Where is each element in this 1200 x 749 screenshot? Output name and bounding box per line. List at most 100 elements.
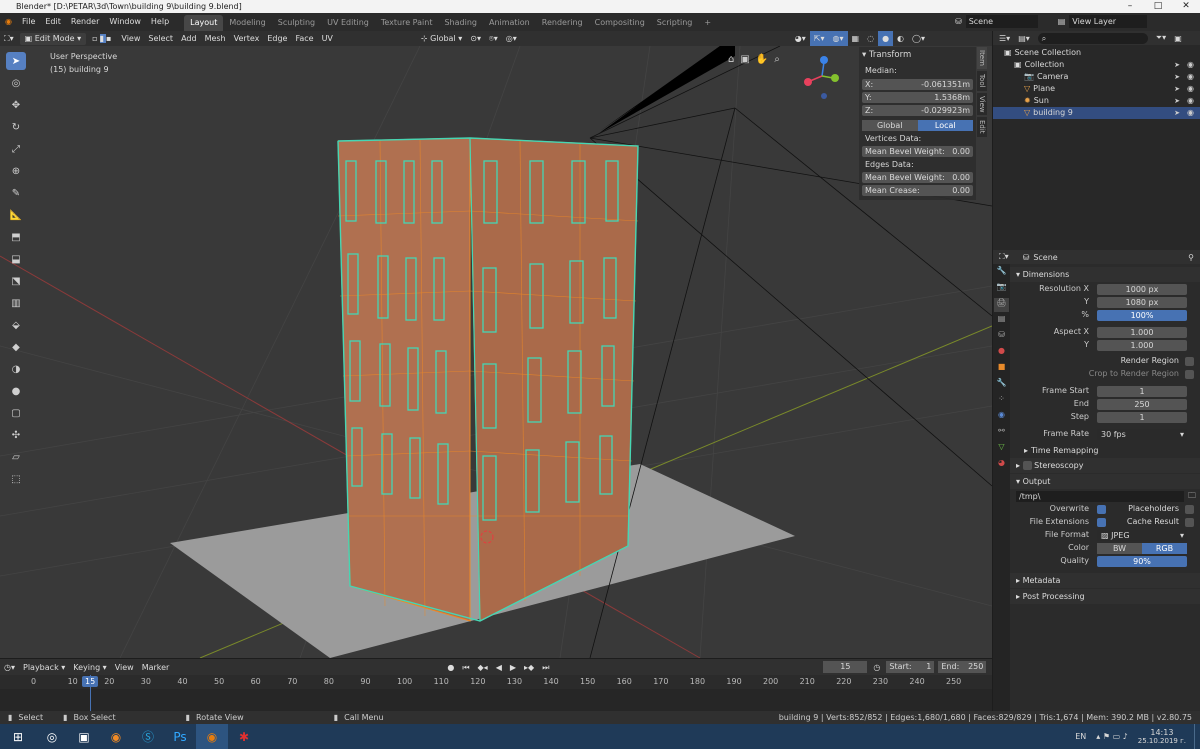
median-x-field[interactable]: X: -0.061351m [862,78,973,90]
modifier-props-icon[interactable]: 🔧 [994,378,1009,392]
visibility-eye-icon[interactable]: ◉ [1187,71,1194,83]
selectable-arrow-icon[interactable]: ➤ [1174,107,1180,119]
chrome-icon[interactable]: ◎ [36,724,68,749]
jump-end-icon[interactable]: ⏭ [538,660,553,675]
render-region-checkbox[interactable] [1185,356,1194,366]
tab-compositing[interactable]: Compositing [589,15,651,31]
menu-view[interactable]: View [117,31,144,46]
metadata-section[interactable]: ▸ Metadata [1010,573,1200,588]
pan-hand-icon[interactable]: ✋ [756,54,768,65]
visibility-eye-icon[interactable]: ◉ [1187,95,1194,107]
outliner-item[interactable]: ▽ Plane ➤ ◉ [993,83,1200,95]
select-mode-icons[interactable]: ▫▮▪ [88,31,117,46]
language-indicator[interactable]: EN [1075,732,1086,741]
dimensions-section[interactable]: ▾ Dimensions [1010,267,1200,282]
view-layer-selector[interactable]: View Layer [1069,15,1148,28]
perspective-toggle-icon[interactable]: ⌂ [728,54,734,65]
transform-tool-icon[interactable]: ⊕ [6,162,26,180]
menu-vertex[interactable]: Vertex [230,31,264,46]
next-key-icon[interactable]: ▸◆ [520,660,538,675]
frame-start-field[interactable]: 1 [1097,385,1187,397]
shading-wireframe-icon[interactable]: ◌ [863,31,878,46]
view-layer-props-icon[interactable]: ▤ [994,314,1009,328]
timeline-editor-icon[interactable]: ◷▾ [0,660,19,675]
menu-face[interactable]: Face [291,31,317,46]
snap-icon[interactable]: ⌾▾ [485,31,502,46]
prev-key-icon[interactable]: ◆◂ [474,660,492,675]
edge-slide-tool-icon[interactable]: ▢ [6,404,26,422]
inset-tool-icon[interactable]: ⬓ [6,250,26,268]
time-remapping-subpanel[interactable]: ▸ Time Remapping [1010,445,1200,457]
render-props-icon[interactable]: 📷 [994,282,1009,296]
tab-scripting[interactable]: Scripting [651,15,699,31]
menu-edge[interactable]: Edge [263,31,291,46]
menu-window[interactable]: Window [104,13,146,31]
spin-tool-icon[interactable]: ◑ [6,360,26,378]
gizmo-toggle-icon[interactable]: ⇱▾ [809,31,829,46]
maximize-button[interactable]: □ [1144,0,1172,13]
outliner-search-input[interactable]: ⌕ [1037,32,1148,44]
start-frame-field[interactable]: Start: 1 [886,661,935,673]
aspect-x-field[interactable]: 1.000 [1097,326,1187,338]
res-pct-slider[interactable]: 100% [1097,309,1187,321]
cache-result-checkbox[interactable] [1185,517,1194,527]
crease-field[interactable]: Mean Crease: 0.00 [862,184,973,196]
frame-step-field[interactable]: 1 [1097,411,1187,423]
res-x-field[interactable]: 1000 px [1097,283,1187,295]
menu-mesh[interactable]: Mesh [201,31,230,46]
tab-modeling[interactable]: Modeling [223,15,271,31]
tab-rendering[interactable]: Rendering [536,15,589,31]
outliner-display-icon[interactable]: ▤▾ [1018,34,1030,43]
rotate-tool-icon[interactable]: ↻ [6,118,26,136]
output-props-icon[interactable]: 🖨 [994,298,1009,312]
menu-render[interactable]: Render [66,13,104,31]
timeline-ruler[interactable]: 0 10 20 30 40 50 60 70 80 90 100 110 120 130 140 150 160… [0,675,992,689]
play-reverse-icon[interactable]: ◀ [492,660,506,675]
shading-solid-icon[interactable]: ● [878,31,894,46]
proportional-edit-icon[interactable]: ◎▾ [502,31,521,46]
measure-tool-icon[interactable]: 📐 [6,206,26,224]
file-format-select[interactable]: ▨ JPEG ▾ [1097,529,1187,541]
show-desktop-button[interactable] [1194,724,1200,749]
menu-uv[interactable]: UV [318,31,337,46]
tab-texture-paint[interactable]: Texture Paint [375,15,439,31]
menu-keying[interactable]: Keying ▾ [69,660,110,675]
visibility-eye-icon[interactable]: ◉ [1187,83,1194,95]
median-y-field[interactable]: Y: 1.5368m [862,91,973,103]
add-workspace-button[interactable]: + [698,15,717,31]
color-rgb-toggle[interactable]: RGB [1142,542,1187,554]
scene-selector[interactable]: Scene [965,15,1038,28]
smooth-tool-icon[interactable]: ● [6,382,26,400]
vertex-bevel-field[interactable]: Mean Bevel Weight: 0.00 [862,145,973,157]
shrink-fatten-tool-icon[interactable]: ✣ [6,426,26,444]
blender-taskbar-icon[interactable]: ◉ [196,724,228,749]
folder-icon[interactable]: 🗀 [1188,490,1196,502]
menu-edit[interactable]: Edit [40,13,66,31]
filter-icon[interactable]: ⏷▾ [1156,33,1166,43]
scene-props-tab-icon[interactable]: ⛁ [994,330,1009,344]
placeholders-checkbox[interactable] [1185,504,1194,514]
particles-props-icon[interactable]: ⁘ [994,394,1009,408]
outliner-item[interactable]: ▣ Scene Collection [993,47,1200,59]
explorer-icon[interactable]: ▣ [68,724,100,749]
physics-props-icon[interactable]: ◉ [994,410,1009,424]
shading-material-icon[interactable]: ◐ [893,31,908,46]
start-button-icon[interactable]: ⊞ [0,724,36,749]
move-tool-icon[interactable]: ✥ [6,96,26,114]
menu-file[interactable]: File [17,13,40,31]
new-collection-icon[interactable]: ▣ [1174,34,1182,43]
pin-icon[interactable]: ⚲ [1188,253,1194,262]
tab-view[interactable]: View [977,92,987,116]
local-toggle[interactable]: Local [917,119,973,131]
menu-select[interactable]: Select [144,31,177,46]
file-extensions-checkbox[interactable] [1097,517,1106,527]
orientation-selector[interactable]: ⊹ Global ▾ [417,31,466,46]
visibility-icon[interactable]: ◕▾ [791,31,810,46]
data-props-icon[interactable]: ▽ [994,442,1009,456]
loop-cut-tool-icon[interactable]: ▥ [6,294,26,312]
end-frame-field[interactable]: End: 250 [938,661,987,673]
overlay-toggle-icon[interactable]: ◍▾ [828,31,848,46]
visibility-eye-icon[interactable]: ◉ [1187,107,1194,119]
world-props-icon[interactable]: ● [994,346,1009,360]
preview-range-icon[interactable]: ◷ [873,663,880,672]
